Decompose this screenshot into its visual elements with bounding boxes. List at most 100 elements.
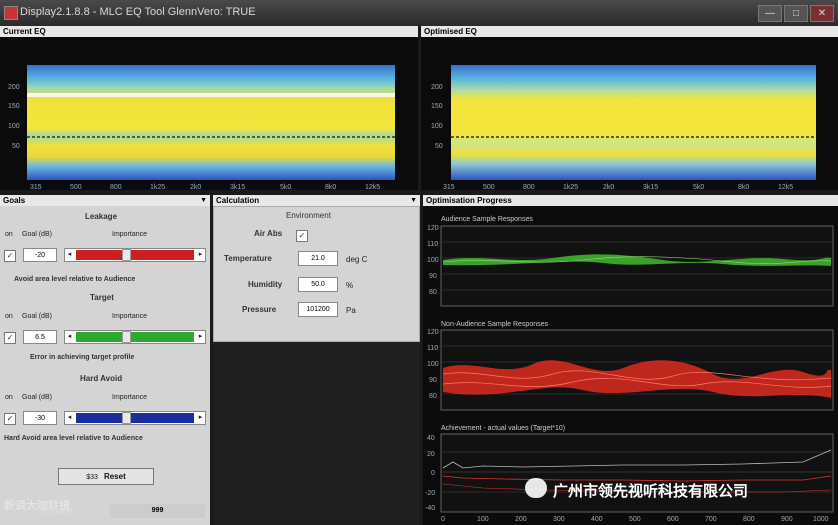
x-tick: 800	[523, 184, 535, 190]
y-tick: 150	[431, 103, 443, 110]
goals-title: Goals	[3, 196, 26, 205]
leakage-importance-fill	[76, 250, 194, 260]
hard-avoid-importance-slider[interactable]: ◂ ▸	[64, 411, 206, 425]
goals-header: Goals ▼	[0, 195, 210, 206]
hard-avoid-goal-label: Goal (dB)	[22, 394, 52, 401]
x-tick: 300	[553, 516, 565, 523]
air-abs-checkbox[interactable]: ✓	[296, 230, 308, 242]
current-eq-header: Current EQ	[0, 26, 418, 37]
slider-right-arrow-icon[interactable]: ▸	[196, 249, 205, 261]
calculation-panel: Environment Air Abs ✓ Temperature 21.0 d…	[213, 206, 420, 342]
pressure-unit: Pa	[346, 306, 356, 315]
x-tick: 315	[30, 184, 42, 190]
hard-avoid-importance-label: Importance	[112, 394, 148, 401]
slider-left-arrow-icon[interactable]: ◂	[65, 249, 74, 261]
slider-right-arrow-icon[interactable]: ▸	[196, 331, 205, 343]
target-on-checkbox[interactable]: ✓	[4, 332, 16, 344]
y-tick: -40	[425, 505, 435, 512]
y-tick: 200	[431, 84, 443, 91]
slider-left-arrow-icon[interactable]: ◂	[65, 331, 74, 343]
x-tick: 800	[110, 184, 122, 190]
target-on-label: on	[5, 313, 13, 320]
y-tick: 120	[427, 329, 439, 336]
x-tick: 600	[667, 516, 679, 523]
reset-icon: $33	[86, 474, 98, 481]
x-tick: 200	[515, 516, 527, 523]
y-tick: 100	[431, 123, 443, 130]
target-title: Target	[90, 293, 114, 302]
slider-left-arrow-icon[interactable]: ◂	[65, 412, 74, 424]
pressure-label: Pressure	[242, 305, 277, 314]
window-title: Display2.1.8.8 - MLC EQ Tool GlennVero: …	[20, 6, 256, 18]
leakage-goal-label: Goal (dB)	[22, 231, 52, 238]
slider-thumb[interactable]	[121, 249, 131, 261]
minimize-button[interactable]: —	[758, 5, 782, 22]
x-tick: 315	[443, 184, 455, 190]
x-tick: 500	[629, 516, 641, 523]
maximize-button[interactable]: □	[784, 5, 808, 22]
humidity-input[interactable]: 50.0	[298, 277, 338, 292]
optimised-eq-header: Optimised EQ	[421, 26, 838, 37]
leakage-importance-slider[interactable]: ◂ ▸	[64, 248, 206, 262]
slider-right-arrow-icon[interactable]: ▸	[196, 412, 205, 424]
y-tick: 50	[435, 143, 443, 150]
y-tick: 100	[8, 123, 20, 130]
leakage-description: Avoid area level relative to Audience	[14, 276, 136, 283]
slider-thumb[interactable]	[121, 331, 131, 343]
hard-avoid-on-checkbox[interactable]: ✓	[4, 413, 16, 425]
reset-button[interactable]: $33 Reset	[58, 468, 154, 485]
calculation-header: Calculation ▼	[213, 195, 420, 206]
slider-thumb[interactable]	[121, 412, 131, 424]
target-goal-label: Goal (dB)	[22, 313, 52, 320]
x-tick: 8k0	[325, 184, 336, 190]
x-tick: 500	[70, 184, 82, 190]
temperature-unit: deg C	[346, 255, 368, 264]
x-tick: 900	[781, 516, 793, 523]
environment-title: Environment	[286, 211, 331, 220]
x-tick: 2k0	[190, 184, 201, 190]
leakage-importance-label: Importance	[112, 231, 148, 238]
pressure-input[interactable]: 101200	[298, 302, 338, 317]
x-tick: 100	[477, 516, 489, 523]
y-tick: 20	[427, 451, 435, 458]
x-tick: 8k0	[738, 184, 749, 190]
y-tick: 100	[427, 257, 439, 264]
leakage-title: Leakage	[85, 212, 118, 221]
target-importance-slider[interactable]: ◂ ▸	[64, 330, 206, 344]
x-tick: 800	[743, 516, 755, 523]
y-tick: 150	[8, 103, 20, 110]
title-bar: Display2.1.8.8 - MLC EQ Tool GlennVero: …	[0, 0, 838, 26]
y-tick: 90	[429, 377, 437, 384]
x-tick: 1k25	[563, 184, 578, 190]
hard-avoid-goal-input[interactable]: -30	[23, 411, 57, 425]
wechat-logo-icon	[525, 478, 547, 498]
y-tick: 0	[431, 470, 435, 477]
x-tick: 500	[483, 184, 495, 190]
achievement-title: Achievement - actual values (Target*10)	[441, 425, 566, 432]
iterations-value: 999	[110, 504, 205, 518]
hard-avoid-importance-fill	[76, 413, 194, 423]
target-importance-label: Importance	[112, 313, 148, 320]
calculation-empty-area	[213, 342, 420, 525]
leakage-goal-input[interactable]: -20	[23, 248, 57, 262]
watermark-left: 新浪大咖聆镜	[4, 500, 70, 512]
progress-panel: Audience Sample Responses 120 110 100 90…	[423, 206, 838, 525]
optimised-eq-plot: 200 150 100 50 315 500 800 1k25 2k0 3k15…	[421, 37, 838, 190]
current-eq-plot: 200 150 100 50 315 500 800 1k25 2k0 3k15…	[0, 37, 418, 190]
x-tick: 12k5	[365, 184, 380, 190]
y-tick: 100	[427, 361, 439, 368]
temperature-input[interactable]: 21.0	[298, 251, 338, 266]
leakage-on-checkbox[interactable]: ✓	[4, 250, 16, 262]
hard-avoid-title: Hard Avoid	[80, 374, 123, 383]
calculation-collapse-icon[interactable]: ▼	[410, 195, 417, 206]
y-tick: 50	[12, 143, 20, 150]
goals-collapse-icon[interactable]: ▼	[200, 195, 207, 206]
target-goal-input[interactable]: 6.5	[23, 330, 57, 344]
y-tick: 90	[429, 273, 437, 280]
temperature-label: Temperature	[224, 254, 272, 263]
x-tick: 700	[705, 516, 717, 523]
x-tick: 5k0	[280, 184, 291, 190]
target-importance-fill	[76, 332, 194, 342]
x-tick: 400	[591, 516, 603, 523]
close-button[interactable]: ✕	[810, 5, 834, 22]
